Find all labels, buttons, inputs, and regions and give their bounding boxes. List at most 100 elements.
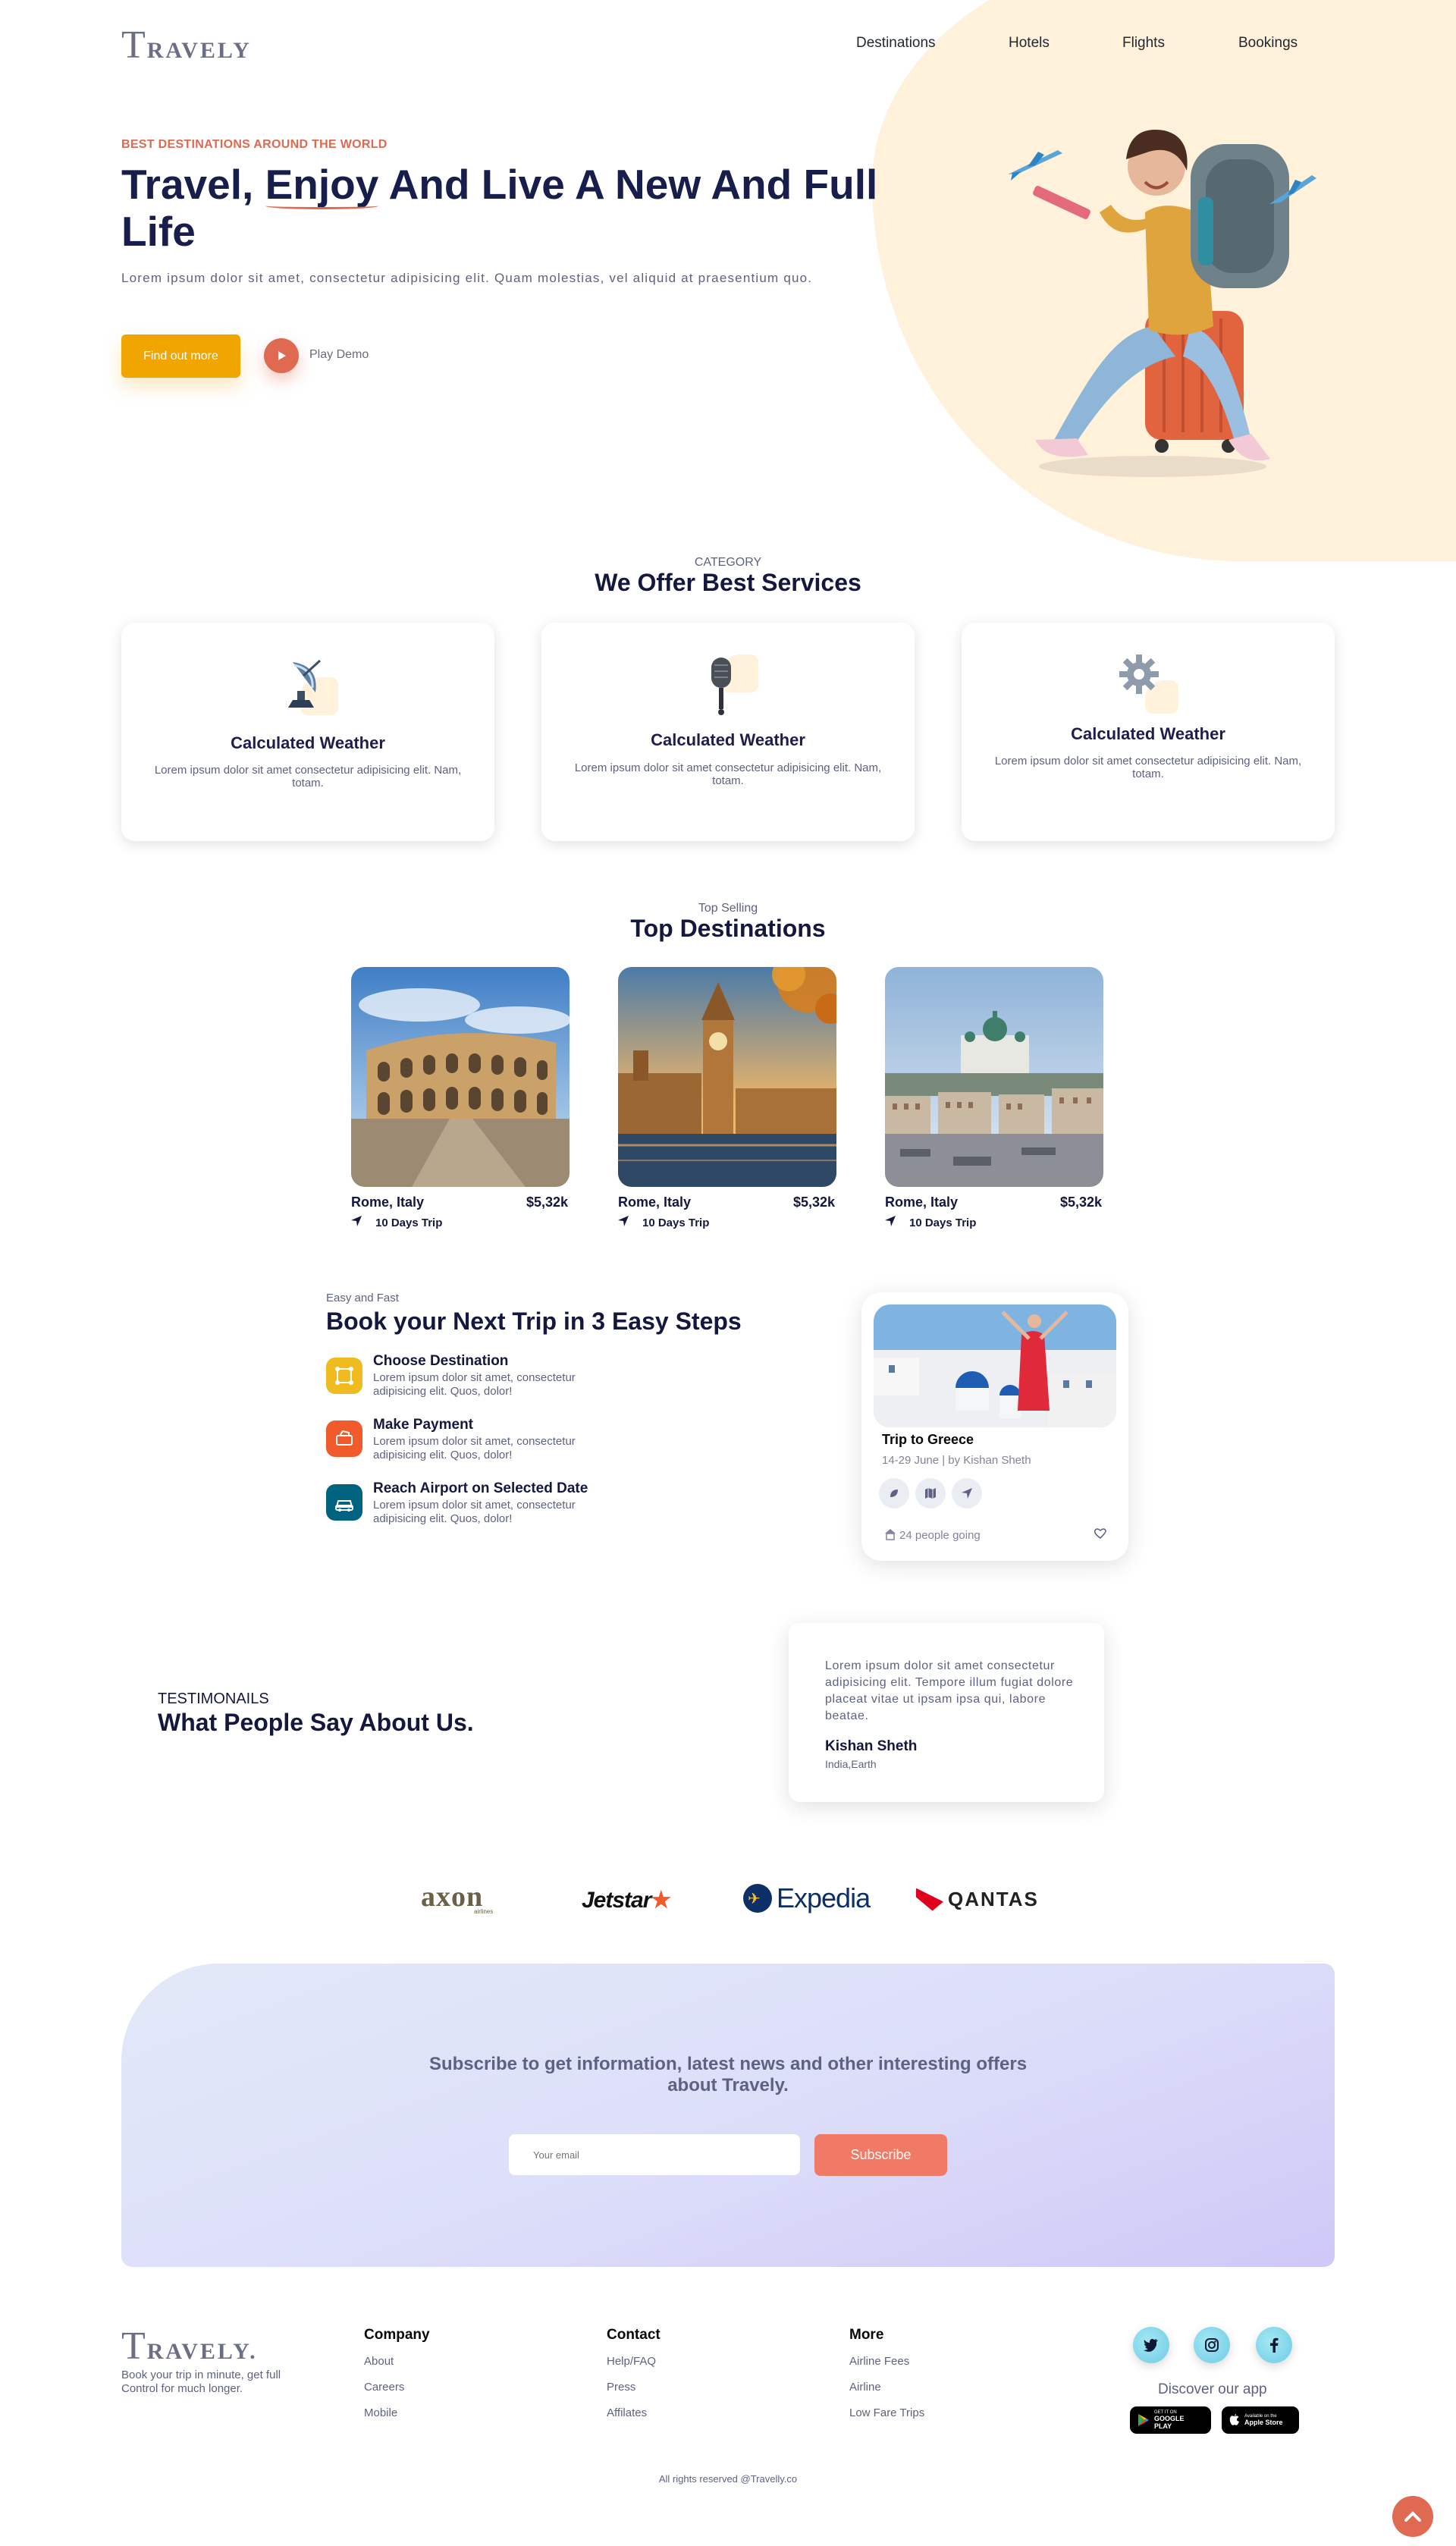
destination-image-colosseum[interactable]: [351, 967, 570, 1187]
step-description: Lorem ipsum dolor sit amet, consectetur …: [373, 1371, 576, 1398]
destination-image-helsinki[interactable]: [885, 967, 1103, 1187]
copyright: All rights reserved @Travelly.co: [658, 2473, 798, 2485]
destinations-eyebrow: Top Selling: [698, 902, 758, 915]
step-title: Make Payment: [373, 1417, 474, 1433]
kangaroo-icon: [916, 1888, 943, 1911]
footer-link[interactable]: Affilates: [607, 2406, 647, 2419]
destination-trip-length: 10 Days Trip: [909, 1216, 977, 1229]
testimonials-title: What People Say About Us.: [158, 1709, 474, 1736]
service-card-title: Calculated Weather: [651, 730, 805, 749]
service-card-text: Lorem ipsum dolor sit amet consectetur a…: [574, 761, 882, 787]
subscribe-text: Subscribe to get information, latest new…: [428, 2054, 1028, 2096]
footer-link[interactable]: Careers: [364, 2381, 404, 2394]
google-play-badge[interactable]: GET IT ON GOOGLE PLAY: [1130, 2406, 1211, 2434]
subscribe-banner: [121, 1964, 1335, 2267]
service-card-title: Calculated Weather: [231, 733, 385, 752]
testimonial-location: India,Earth: [825, 1758, 877, 1770]
destination-price: $5,32k: [526, 1195, 569, 1210]
footer-heading-more: More: [849, 2327, 884, 2343]
step-title: Choose Destination: [373, 1353, 509, 1369]
step-description: Lorem ipsum dolor sit amet, consectetur …: [373, 1499, 576, 1525]
testimonial-author: Kishan Sheth: [825, 1738, 918, 1754]
footer-heading-company: Company: [364, 2327, 430, 2343]
footer-link[interactable]: Help/FAQ: [607, 2355, 656, 2368]
navigation-arrow-icon: [617, 1215, 629, 1231]
destination-image-big-ben[interactable]: [618, 967, 836, 1187]
steps-eyebrow: Easy and Fast: [326, 1292, 399, 1304]
plane-icon-left: [1005, 144, 1065, 186]
services-title: We Offer Best Services: [595, 569, 861, 596]
destination-name: Rome, Italy: [618, 1195, 692, 1210]
trip-image-santorini: [874, 1304, 1116, 1427]
play-demo-button[interactable]: [264, 338, 299, 373]
heart-icon[interactable]: [1094, 1527, 1107, 1543]
partner-logo-jetstar: Jetstar★: [582, 1888, 671, 1913]
google-play-icon: [1138, 2414, 1149, 2426]
step-icon-payment: [326, 1421, 362, 1457]
gear-icon: [1118, 653, 1178, 714]
email-input[interactable]: [509, 2134, 800, 2175]
testimonial-card: Lorem ipsum dolor sit amet consectetur a…: [789, 1623, 1104, 1802]
destination-trip-length: 10 Days Trip: [375, 1216, 443, 1229]
destination-price: $5,32k: [1060, 1195, 1103, 1210]
destinations-title: Top Destinations: [630, 915, 826, 942]
hero-title-underlined-word: Enjoy: [265, 161, 379, 209]
step-title: Reach Airport on Selected Date: [373, 1480, 588, 1496]
footer-logo[interactable]: TRAVELY.: [121, 2327, 258, 2366]
find-out-more-button[interactable]: Find out more: [121, 334, 240, 378]
service-card[interactable]: Calculated Weather Lorem ipsum dolor sit…: [121, 623, 494, 841]
trip-card[interactable]: Trip to Greece 14-29 June | by Kishan Sh…: [861, 1292, 1128, 1561]
destination-name: Rome, Italy: [351, 1195, 425, 1210]
nav-flights[interactable]: Flights: [1122, 35, 1165, 52]
satellite-dish-icon: [278, 655, 338, 715]
play-demo-label[interactable]: Play Demo: [309, 348, 369, 362]
microphone-icon: [698, 655, 758, 715]
people-going-count: 24 people going: [899, 1529, 981, 1542]
footer-heading-contact: Contact: [607, 2327, 661, 2343]
chevron-up-icon: [1404, 2511, 1421, 2522]
expedia-globe-icon: ✈: [743, 1884, 772, 1913]
nav-hotels[interactable]: Hotels: [1009, 35, 1050, 52]
partner-logo-axon: axon airlines: [421, 1881, 494, 1915]
footer-link[interactable]: Airline Fees: [849, 2355, 909, 2368]
nav-bookings[interactable]: Bookings: [1238, 35, 1298, 52]
footer-link[interactable]: Mobile: [364, 2406, 397, 2419]
service-card-text: Lorem ipsum dolor sit amet consectetur a…: [994, 755, 1302, 780]
hero-title: Travel, Enjoy And Live A New And Full Li…: [121, 161, 878, 255]
building-icon: [883, 1528, 897, 1544]
destination-name: Rome, Italy: [885, 1195, 959, 1210]
send-icon[interactable]: [952, 1478, 982, 1508]
service-card[interactable]: Calculated Weather Lorem ipsum dolor sit…: [541, 623, 915, 841]
leaf-icon[interactable]: [879, 1478, 909, 1508]
plane-icon-right: [1266, 171, 1320, 212]
footer-link[interactable]: About: [364, 2355, 394, 2368]
hero-eyebrow: BEST DESTINATIONS AROUND THE WORLD: [121, 138, 388, 151]
partner-logo-qantas: QANTAS: [916, 1888, 1039, 1911]
destination-trip-length: 10 Days Trip: [642, 1216, 710, 1229]
testimonial-quote: Lorem ipsum dolor sit amet consectetur a…: [825, 1659, 1074, 1722]
trip-title: Trip to Greece: [882, 1432, 974, 1447]
footer-link[interactable]: Press: [607, 2381, 635, 2394]
apple-icon: [1229, 2414, 1239, 2425]
footer-link[interactable]: Low Fare Trips: [849, 2406, 924, 2419]
footer-link[interactable]: Airline: [849, 2381, 881, 2394]
steps-title: Book your Next Trip in 3 Easy Steps: [326, 1308, 742, 1335]
navigation-arrow-icon: [350, 1215, 362, 1231]
apple-store-badge[interactable]: Available on the Apple Store: [1222, 2406, 1299, 2434]
subscribe-button[interactable]: Subscribe: [814, 2134, 947, 2176]
map-icon[interactable]: [915, 1478, 946, 1508]
twitter-icon[interactable]: [1133, 2327, 1169, 2363]
scroll-to-top-button[interactable]: [1392, 2496, 1433, 2537]
hero-subtitle: Lorem ipsum dolor sit amet, consectetur …: [121, 271, 813, 285]
service-card-text: Lorem ipsum dolor sit amet consectetur a…: [154, 764, 462, 790]
nav-destinations[interactable]: Destinations: [856, 35, 936, 52]
services-eyebrow: CATEGORY: [694, 556, 762, 569]
page: TRAVELY Destinations Hotels Flights Book…: [0, 0, 1456, 2546]
service-card[interactable]: Calculated Weather Lorem ipsum dolor sit…: [962, 623, 1335, 841]
facebook-icon[interactable]: [1256, 2327, 1292, 2363]
main-nav: Destinations Hotels Flights Bookings: [0, 35, 1456, 58]
footer-tagline: Book your trip in minute, get full Contr…: [121, 2369, 281, 2395]
instagram-icon[interactable]: [1194, 2327, 1230, 2363]
destination-price: $5,32k: [793, 1195, 836, 1210]
step-description: Lorem ipsum dolor sit amet, consectetur …: [373, 1435, 576, 1461]
